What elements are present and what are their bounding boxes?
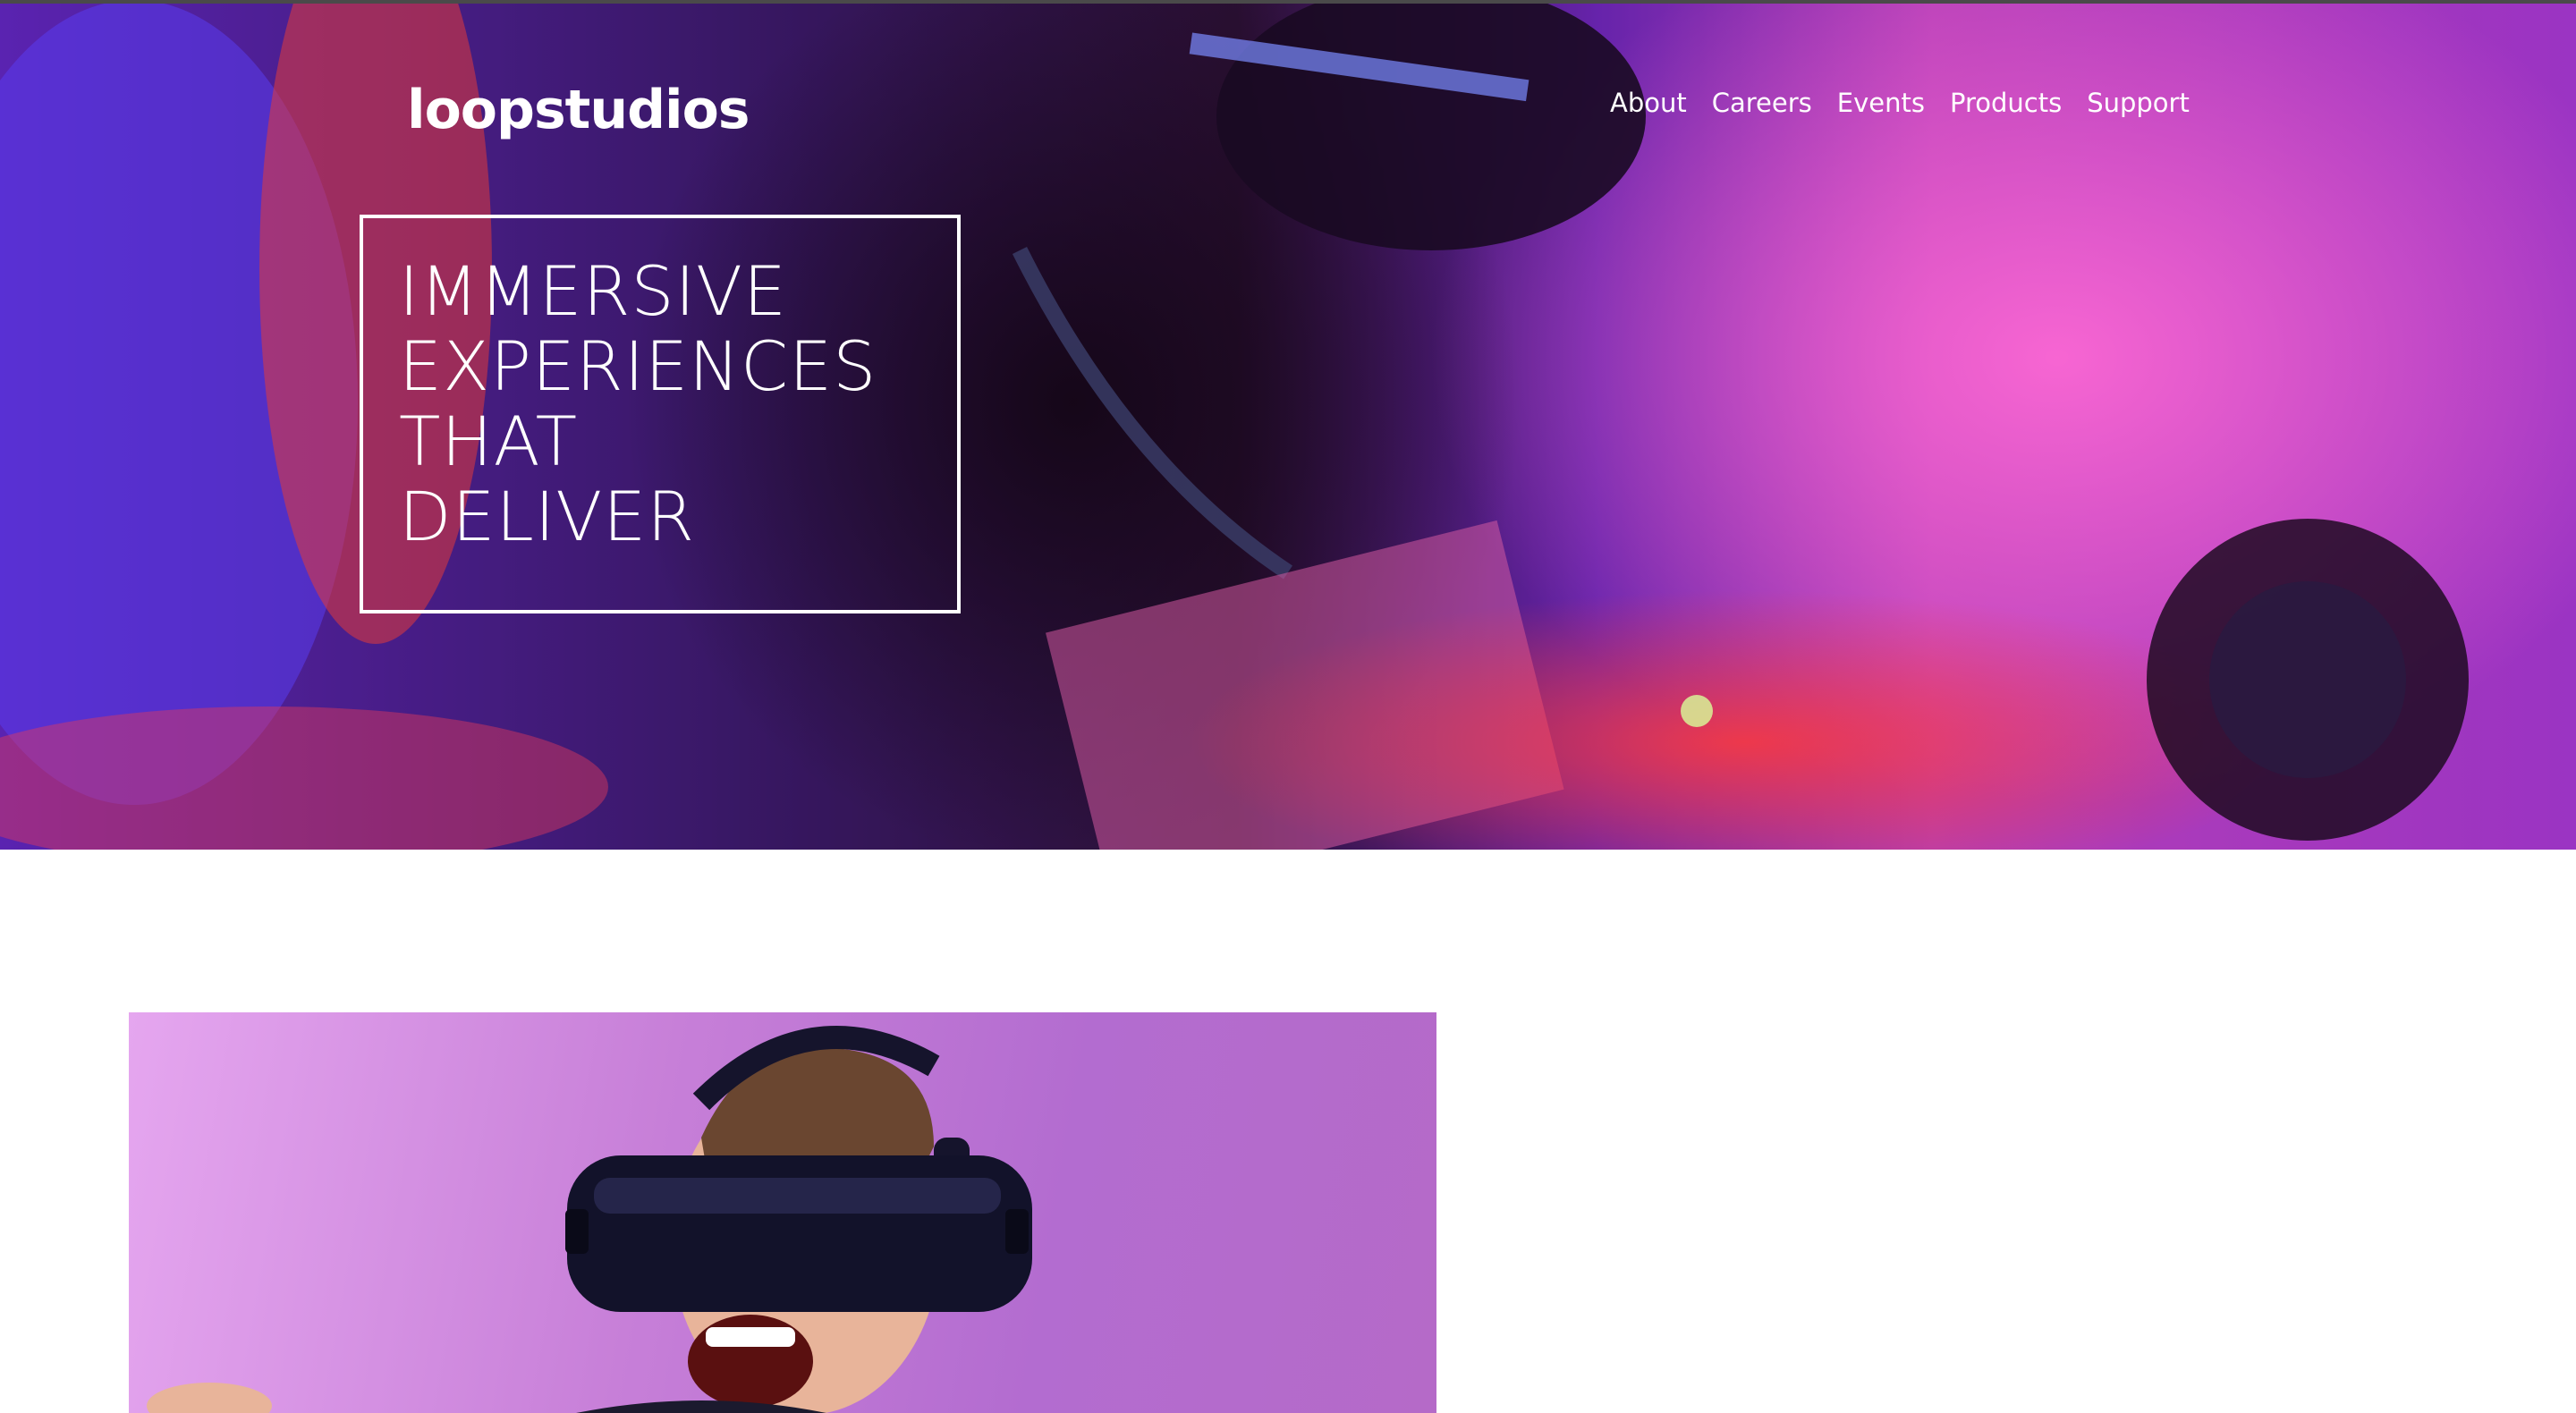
main-navigation: About Careers Events Products Support — [1610, 88, 2190, 118]
hero-headline: IMMERSIVE EXPERIENCES THAT DELIVER — [399, 254, 957, 554]
hero-headline-box: IMMERSIVE EXPERIENCES THAT DELIVER — [360, 215, 961, 613]
nav-link-events[interactable]: Events — [1837, 88, 1925, 118]
nav-link-support[interactable]: Support — [2087, 88, 2190, 118]
hero-section: loopstudios About Careers Events Product… — [0, 0, 2576, 850]
headline-line: IMMERSIVE — [399, 251, 788, 331]
top-border — [0, 0, 2576, 4]
headline-line: DELIVER — [399, 477, 696, 556]
vr-man-photo — [147, 1026, 1032, 1413]
headline-line: EXPERIENCES — [399, 326, 877, 406]
nav-link-careers[interactable]: Careers — [1712, 88, 1812, 118]
brand-logo[interactable]: loopstudios — [407, 79, 750, 141]
headline-line: THAT — [399, 402, 579, 481]
nav-link-about[interactable]: About — [1610, 88, 1687, 118]
nav-link-products[interactable]: Products — [1950, 88, 2062, 118]
interactive-vr-image — [129, 1012, 1436, 1413]
